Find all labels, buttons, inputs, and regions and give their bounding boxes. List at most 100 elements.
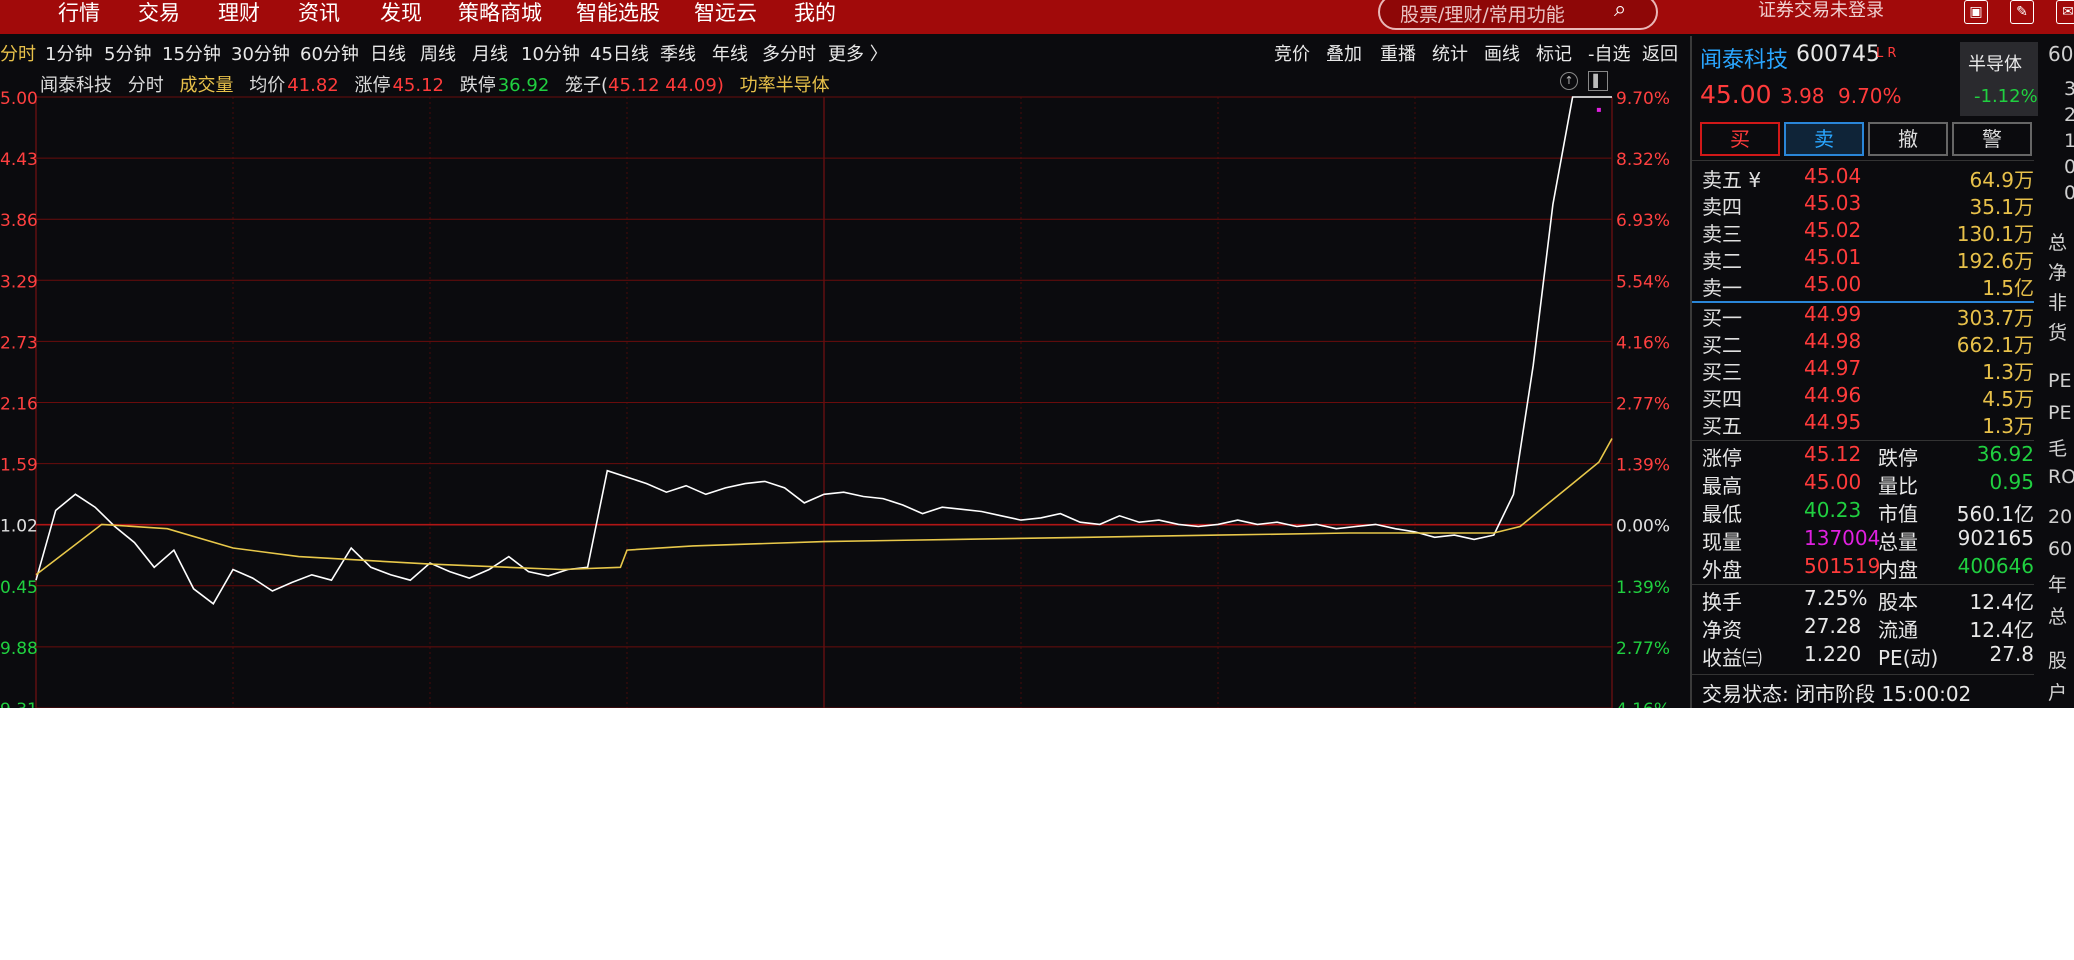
side-text-13: RO bbox=[2048, 466, 2074, 488]
bid-row-1[interactable]: 买一 44.99 303.7万 bbox=[1692, 302, 2034, 330]
stat-high-label: 最高 bbox=[1702, 474, 1742, 498]
stat-mcap-label: 市值 bbox=[1878, 502, 1918, 526]
clipped-side-panel: 60 3 2 1 0 0 总 净 非 货 PE PE 毛 RO 20 60 年 … bbox=[2042, 36, 2074, 708]
side-text-6: 总 bbox=[2048, 232, 2068, 254]
y-tick-left: 1.59 bbox=[0, 456, 38, 476]
y-tick-left: 3.29 bbox=[0, 272, 38, 292]
tool-replay[interactable]: 重播 bbox=[1380, 40, 1416, 66]
search-icon[interactable]: ⌕ bbox=[1614, 0, 1626, 22]
ask-row-5[interactable]: 卖五 ¥45.04 64.9万 bbox=[1692, 164, 2034, 192]
period-tab-intraday[interactable]: 分时 bbox=[0, 40, 36, 66]
ask-row-2[interactable]: 卖二 45.01 192.6万 bbox=[1692, 245, 2034, 273]
nav-mine[interactable]: 我的 bbox=[794, 0, 836, 34]
stat-shares-value: 12.4亿 bbox=[1969, 590, 2034, 614]
y-tick-right: 0.00% bbox=[1616, 517, 1670, 537]
nav-wealth[interactable]: 理财 bbox=[218, 0, 260, 34]
y-tick-right: 8.32% bbox=[1616, 150, 1670, 170]
tool-auction[interactable]: 竞价 bbox=[1274, 40, 1310, 66]
period-tab-60min[interactable]: 60分钟 bbox=[300, 40, 359, 66]
stat-limit-down-label: 跌停 bbox=[1878, 446, 1918, 470]
nav-discover[interactable]: 发现 bbox=[380, 0, 422, 34]
ask-row-4[interactable]: 卖四 45.03 35.1万 bbox=[1692, 191, 2034, 219]
y-tick-left: 3.86 bbox=[0, 211, 38, 231]
period-tab-weekly[interactable]: 周线 bbox=[420, 40, 456, 66]
side-text-15: 60 bbox=[2048, 538, 2073, 560]
bid-row-4[interactable]: 买四 44.96 4.5万 bbox=[1692, 383, 2034, 411]
period-tab-monthly[interactable]: 月线 bbox=[472, 40, 508, 66]
y-tick-right: 4.16% bbox=[1616, 333, 1670, 353]
period-tab-yearly[interactable]: 年线 bbox=[712, 40, 748, 66]
y-tick-left: 5.00 bbox=[0, 89, 38, 109]
window-icon[interactable]: ▣ bbox=[1964, 0, 1988, 24]
side-text-18: 股 bbox=[2048, 650, 2068, 672]
bid-row-5[interactable]: 买五 44.95 1.3万 bbox=[1692, 410, 2034, 438]
search-input[interactable]: 股票/理财/常用功能 ⌕ bbox=[1378, 0, 1658, 30]
stat-vol-ratio-label: 量比 bbox=[1878, 474, 1918, 498]
stat-pe-label: PE(动) bbox=[1878, 646, 1939, 670]
intraday-chart-area: 闻泰科技 分时 成交量 均价 41.82 涨停 45.12 跌停 36.92 笼子(4… bbox=[0, 68, 1692, 708]
quote-panel: 闻泰科技 600745 L R 45.00 3.98 9.70% 半导体 -1.… bbox=[1690, 36, 2042, 708]
stat-net-assets-label: 净资 bbox=[1702, 618, 1742, 642]
stat-total-vol-label: 总量 bbox=[1878, 530, 1918, 554]
nav-news[interactable]: 资讯 bbox=[298, 0, 340, 34]
alert-button[interactable]: 警 bbox=[1952, 122, 2032, 156]
last-price-marker bbox=[1596, 107, 1601, 112]
ask-row-3[interactable]: 卖三 45.02 130.1万 bbox=[1692, 218, 2034, 246]
period-tab-30min[interactable]: 30分钟 bbox=[231, 40, 290, 66]
stat-shares-label: 股本 bbox=[1878, 590, 1918, 614]
period-tab-45day[interactable]: 45日线 bbox=[590, 40, 649, 66]
cancel-order-button[interactable]: 撤 bbox=[1868, 122, 1948, 156]
period-tab-5min[interactable]: 5分钟 bbox=[104, 40, 151, 66]
mail-icon[interactable]: ✉ bbox=[2056, 0, 2074, 24]
buy-button[interactable]: 买 bbox=[1700, 122, 1780, 156]
stat-limit-down-value: 36.92 bbox=[1976, 442, 2034, 466]
tool-remove-watchlist[interactable]: -自选 bbox=[1588, 40, 1631, 66]
sector-name: 半导体 bbox=[1968, 54, 2022, 75]
tool-statistics[interactable]: 统计 bbox=[1432, 40, 1468, 66]
y-tick-left: 2.16 bbox=[0, 395, 38, 415]
price-chart-svg[interactable]: 5.00 9.70% 4.43 8.32% 3.86 6.93% 3.29 5.54% 2.73… bbox=[0, 68, 1692, 708]
y-tick-right: 6.93% bbox=[1616, 211, 1670, 231]
stat-net-assets-value: 27.28 bbox=[1804, 614, 1862, 638]
quote-tags: L R bbox=[1876, 46, 1897, 61]
nav-smart-picker[interactable]: 智能选股 bbox=[576, 0, 660, 34]
sector-box[interactable]: 半导体 -1.12% bbox=[1960, 42, 2038, 116]
y-tick-left: 9.31 bbox=[0, 700, 38, 708]
ask-row-1[interactable]: 卖一 45.00 1.5亿 bbox=[1692, 272, 2034, 300]
period-tab-15min[interactable]: 15分钟 bbox=[162, 40, 221, 66]
sector-pct: -1.12% bbox=[1974, 86, 2038, 107]
tool-overlay[interactable]: 叠加 bbox=[1326, 40, 1362, 66]
side-text-14: 20 bbox=[2048, 506, 2073, 528]
bid-row-3[interactable]: 买三 44.97 1.3万 bbox=[1692, 356, 2034, 384]
y-tick-right: 1.39% bbox=[1616, 456, 1670, 476]
quote-stock-name: 闻泰科技 bbox=[1700, 48, 1789, 73]
period-tab-daily[interactable]: 日线 bbox=[370, 40, 406, 66]
nav-zhiyuan-cloud[interactable]: 智远云 bbox=[694, 0, 757, 34]
bid-row-2[interactable]: 买二 44.98 662.1万 bbox=[1692, 329, 2034, 357]
nav-strategy-mall[interactable]: 策略商城 bbox=[458, 0, 542, 34]
side-text-12: 毛 bbox=[2048, 438, 2068, 460]
period-tab-10min[interactable]: 10分钟 bbox=[521, 40, 580, 66]
login-status[interactable]: 证券交易未登录 bbox=[1758, 0, 1884, 34]
tool-back[interactable]: 返回 bbox=[1642, 40, 1678, 66]
nav-trade[interactable]: 交易 bbox=[138, 0, 180, 34]
period-tab-multi-intraday[interactable]: 多分时 bbox=[762, 40, 816, 66]
period-tab-quarterly[interactable]: 季线 bbox=[660, 40, 696, 66]
stat-inner-label: 内盘 bbox=[1878, 558, 1918, 582]
period-tab-more[interactable]: 更多 〉 bbox=[828, 40, 888, 66]
side-text-0: 60 bbox=[2048, 42, 2074, 66]
side-text-10: PE bbox=[2048, 370, 2072, 392]
stat-high-value: 45.00 bbox=[1804, 470, 1862, 494]
stat-limit-up-label: 涨停 bbox=[1702, 446, 1742, 470]
period-tab-1min[interactable]: 1分钟 bbox=[45, 40, 92, 66]
tool-draw-line[interactable]: 画线 bbox=[1484, 40, 1520, 66]
sell-button[interactable]: 卖 bbox=[1784, 122, 1864, 156]
y-tick-left: 0.45 bbox=[0, 578, 38, 598]
stat-eps-value: 1.220 bbox=[1804, 642, 1862, 666]
side-text-19: 户 bbox=[2048, 682, 2068, 704]
tool-mark[interactable]: 标记 bbox=[1536, 40, 1572, 66]
y-tick-right: 2.77% bbox=[1616, 395, 1670, 415]
edit-icon[interactable]: ✎ bbox=[2010, 0, 2034, 24]
nav-quotes[interactable]: 行情 bbox=[58, 0, 100, 34]
stat-cur-vol-label: 现量 bbox=[1702, 530, 1742, 554]
